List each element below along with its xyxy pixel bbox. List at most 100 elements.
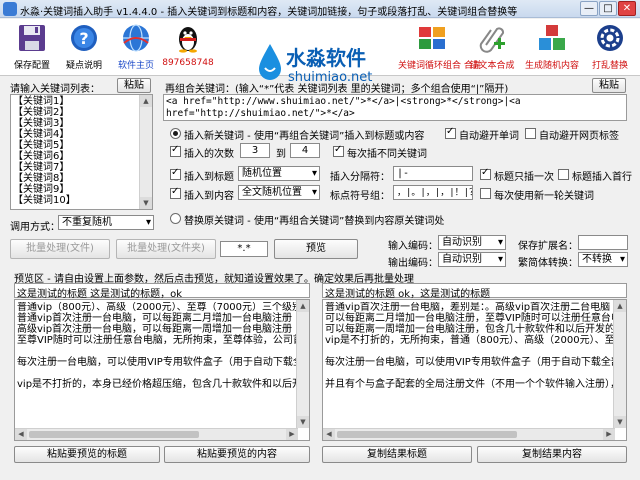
qq-button[interactable]: 897658748	[160, 21, 216, 73]
save-ext-input[interactable]	[578, 235, 628, 250]
input-encoding-select[interactable]: 自动识别	[438, 235, 506, 250]
colored-blocks-icon	[419, 27, 445, 49]
keyword-list[interactable]: 【关键词1】 【关键词2】 【关键词3】 【关键词4】 【关键词5】 【关键词6…	[10, 94, 153, 210]
maximize-button[interactable]: □	[599, 1, 617, 16]
text-line: vip是不打折的，本身已经价格超压缩，包含几十款软件和以后开发	[17, 379, 297, 390]
paperclip-plus-icon	[479, 27, 505, 53]
logo-text-cn: 水淼软件	[286, 46, 366, 70]
batch-file-button[interactable]: 批量处理(文件)	[10, 239, 110, 259]
copy-result-title-button[interactable]: 复制结果标题	[322, 446, 472, 463]
copy-result-content-button[interactable]: 复制结果内容	[477, 446, 627, 463]
avoid-word-checkbox[interactable]	[445, 126, 456, 139]
new-round-checkbox[interactable]	[480, 188, 491, 199]
close-button[interactable]: ✕	[618, 1, 636, 16]
scroll-up-icon[interactable]: ▲	[140, 95, 152, 107]
scroll-up-icon[interactable]: ▲	[297, 300, 309, 312]
cubes-icon	[539, 25, 565, 50]
call-mode-select[interactable]: 不重复随机	[58, 215, 154, 230]
times-to-input[interactable]: 4	[290, 143, 320, 158]
list-item: 【关键词5】	[13, 140, 70, 151]
combo-input[interactable]: <a href="http://www.shuimiao.net/">*</a>…	[163, 94, 627, 121]
replace-radio[interactable]	[170, 213, 181, 224]
scroll-thumb[interactable]	[337, 431, 517, 438]
text-line: 普通vip首次注册一台电脑，可以每距离二月增加一台电脑注册	[17, 313, 293, 324]
scroll-down-icon[interactable]: ▼	[140, 197, 152, 209]
scroll-down-icon[interactable]: ▼	[614, 416, 626, 428]
scroll-thumb[interactable]	[29, 431, 199, 438]
random-content-button[interactable]: 生成随机内容	[524, 21, 580, 73]
anchor-text-button[interactable]: 锚文本合成	[464, 21, 520, 73]
scroll-left-icon[interactable]: ◀	[323, 429, 335, 440]
conversion-select[interactable]: 不转换	[578, 252, 628, 267]
preview-button[interactable]: 预览	[274, 239, 358, 259]
avoid-tag-checkbox[interactable]	[525, 128, 536, 139]
globe-icon	[123, 24, 149, 52]
keyword-scrollbar[interactable]: ▲ ▼	[139, 95, 152, 209]
minimize-button[interactable]: —	[580, 1, 598, 16]
content-position-select[interactable]: 全文随机位置	[238, 185, 320, 200]
list-item: 【关键词6】	[13, 151, 70, 162]
combo-paste-button[interactable]: 粘贴	[592, 78, 626, 93]
no-repeat-label: 每次插不同关键词	[347, 149, 427, 160]
combo-line-2: href="http://shuimiao.net/">*</a>	[166, 108, 355, 119]
anchor-text-label: 锚文本合成	[469, 61, 515, 71]
scroll-up-icon[interactable]: ▲	[614, 300, 626, 312]
scroll-right-icon[interactable]: ▶	[603, 429, 615, 440]
keyword-list-label: 请输入关键词列表：	[10, 84, 100, 95]
text-line: 高级vip首次注册一台电脑，可以每距离一周增加一台电脑注册	[17, 324, 293, 335]
list-item: 【关键词1】	[13, 96, 70, 107]
times-from-input[interactable]: 3	[240, 143, 270, 158]
insert-content-checkbox[interactable]	[170, 186, 181, 199]
title-first-checkbox[interactable]	[558, 169, 569, 180]
separator-label: 插入分隔符：	[330, 172, 390, 183]
qq-penguin-icon	[179, 27, 197, 53]
separator-input[interactable]: |-	[393, 166, 473, 181]
list-item: 【关键词10】	[13, 195, 76, 206]
title-position-select[interactable]: 随机位置	[238, 166, 320, 181]
preview-title-input[interactable]: 这是测试的标题 这是测试的标题，ok	[14, 283, 310, 300]
output-encoding-select[interactable]: 自动识别	[438, 252, 506, 267]
text-line	[325, 368, 614, 379]
qq-number-label: 897658748	[162, 58, 214, 68]
avoid-word-label: 自动避开单词	[459, 131, 519, 142]
list-item: 【关键词3】	[13, 118, 70, 129]
insert-content-label: 插入到内容	[184, 191, 234, 202]
result-content-output[interactable]: 普通vip首次注册一台电脑，差别是：。高级vip首次注册二台电脑 可以每距离二月…	[322, 299, 627, 441]
preview-hscroll[interactable]: ◀ ▶	[15, 428, 298, 440]
insert-times-label: 插入的次数	[184, 149, 234, 160]
punctuation-label: 标点符号组：	[330, 191, 390, 202]
no-repeat-checkbox[interactable]	[333, 144, 344, 157]
batch-folder-button[interactable]: 批量处理(文件夹)	[116, 239, 216, 259]
insert-title-checkbox[interactable]	[170, 167, 181, 180]
file-filter-input[interactable]: *.*	[220, 241, 268, 257]
times-to-label: 到	[276, 149, 286, 160]
preview-vscroll[interactable]: ▲ ▼	[296, 300, 309, 428]
shuffle-replace-button[interactable]: 打乱替换	[582, 21, 638, 73]
water-drop-icon	[259, 44, 281, 80]
list-item: 【关键词8】	[13, 173, 70, 184]
paste-preview-title-button[interactable]: 粘贴要预览的标题	[14, 446, 160, 463]
floppy-disk-icon	[19, 25, 45, 51]
keyword-combine-button[interactable]: 关键词循环组合 合并	[398, 21, 482, 73]
result-vscroll[interactable]: ▲ ▼	[613, 300, 626, 428]
title-once-checkbox[interactable]	[480, 167, 491, 180]
insert-times-checkbox[interactable]	[170, 144, 181, 157]
result-title-output[interactable]: 这是测试的标题 ok，这是测试的标题	[322, 283, 627, 300]
scroll-left-icon[interactable]: ◀	[15, 429, 27, 440]
insert-new-radio[interactable]	[170, 128, 181, 139]
toolbar: 保存配置 ? 疑点说明 软件主页 897658748 水淼软件 shuimiao…	[0, 19, 640, 85]
title-first-label: 标题插入首行	[572, 172, 632, 183]
keyword-paste-button[interactable]: 粘贴	[117, 78, 151, 93]
scroll-down-icon[interactable]: ▼	[297, 416, 309, 428]
result-hscroll[interactable]: ◀ ▶	[323, 428, 615, 440]
combo-line-1: <a href="http://www.shuimiao.net/">*</a>…	[166, 96, 521, 107]
keyword-items: 【关键词1】 【关键词2】 【关键词3】 【关键词4】 【关键词5】 【关键词6…	[13, 96, 139, 206]
conversion-label: 繁简体转换：	[518, 258, 578, 269]
preview-content-input[interactable]: 普通vip（800元）、高级（2000元）、至尊（7000元）三个级别vip都 …	[14, 299, 310, 441]
punctuation-input[interactable]: ，|。|，|，|！|？|	[393, 185, 473, 200]
text-line	[325, 346, 614, 357]
save-ext-label: 保存扩展名：	[518, 241, 578, 252]
scroll-right-icon[interactable]: ▶	[286, 429, 298, 440]
paste-preview-content-button[interactable]: 粘贴要预览的内容	[164, 446, 310, 463]
title-bar: 水淼·关键词插入助手 v1.4.4.0 - 插入关键词到标题和内容，关键词加链接…	[0, 0, 640, 18]
